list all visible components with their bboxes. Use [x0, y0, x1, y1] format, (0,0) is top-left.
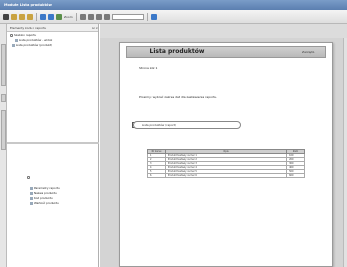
tree-item-label: Parametry raportu	[34, 186, 60, 190]
parameter-icon	[30, 196, 33, 200]
view-icon	[15, 38, 18, 42]
info-line: Prosimy: wybrać zakres dat dla zestawien…	[139, 95, 218, 99]
tab-properties[interactable]	[1, 94, 6, 102]
report-title: Lista produktów	[149, 48, 205, 55]
report-page: Lista produktów Zarządz. Strona zzz 1 Pr…	[119, 42, 333, 267]
table-icon[interactable]	[27, 13, 33, 20]
expand-icon[interactable]	[27, 176, 30, 179]
parameter-icon	[30, 191, 33, 195]
report-icon	[12, 43, 15, 47]
filter-icon[interactable]	[56, 13, 62, 20]
vertical-scrollbar[interactable]	[343, 38, 347, 267]
panel-pin-icon[interactable]: ⊡ ×	[92, 24, 98, 31]
vertical-tab-strip	[0, 24, 7, 267]
page-icon[interactable]	[19, 13, 25, 20]
report-icon[interactable]	[11, 13, 17, 20]
editor-ruler	[100, 24, 347, 38]
toolbar-separator	[36, 12, 37, 21]
expand-icon[interactable]	[10, 33, 13, 37]
elements-panel: Elementy kodu i raportu ⊡ × Szablon rapo…	[7, 24, 99, 267]
tree-item-label: Lista produktów - widok	[19, 38, 53, 42]
toolbar: Zoom	[0, 10, 347, 24]
print-icon[interactable]	[95, 13, 102, 20]
toolbar-separator	[75, 12, 77, 21]
tab-elements[interactable]	[1, 44, 6, 86]
tree-item-param-group[interactable]: Parametry raportu	[30, 186, 60, 190]
tree-item-label: Wartość produktu	[34, 201, 59, 205]
tree-item-label: Szablon raportu	[14, 33, 37, 37]
table-row: 6 Produkt testowy numer 6 600	[147, 173, 305, 178]
parameter-icon	[30, 201, 33, 205]
panel-title: Elementy kodu i raportu	[10, 26, 47, 30]
tree-item-report[interactable]: Lista produktów (produkt)	[12, 43, 52, 47]
tree-item-root[interactable]: Szablon raportu	[10, 33, 36, 37]
tree-item-param[interactable]: Wartość produktu	[30, 201, 59, 205]
panel-header: Elementy kodu i raportu ⊡ ×	[7, 24, 98, 32]
tree-item-view[interactable]: Lista produktów - widok	[15, 38, 52, 42]
tree-item-label: Nazwa produktu	[34, 191, 57, 195]
panel-splitter[interactable]	[7, 142, 99, 144]
parameter-label: Lista produktów (raport)	[142, 123, 176, 127]
tree-item-label: Lista produktów (produkt)	[16, 43, 53, 47]
run-icon[interactable]	[48, 13, 54, 20]
tree-item-param[interactable]: Nazwa produktu	[30, 191, 57, 195]
tree-item-label: Kod produktu	[34, 196, 53, 200]
pen-icon[interactable]	[103, 13, 110, 20]
table-cell: 600	[286, 173, 305, 178]
window-title: Modułe Lista produktów	[4, 3, 52, 7]
zoom-select[interactable]	[111, 13, 144, 20]
tree-item-params[interactable]	[27, 176, 30, 179]
report-header-band[interactable]: Lista produktów Zarządz.	[126, 46, 326, 58]
layout-icon[interactable]	[150, 13, 157, 20]
table-cell: Produkt testowy numer 6	[164, 173, 288, 178]
tab-toolbox[interactable]	[1, 110, 6, 150]
parameter-icon	[30, 186, 33, 190]
window-titlebar: Modułe Lista produktów	[0, 0, 347, 10]
parameter-field[interactable]: Lista produktów (raport)	[133, 121, 241, 129]
report-header-right: Zarządz.	[302, 50, 315, 54]
page-label: Strona zzz 1	[139, 66, 158, 70]
toolbar-separator	[146, 12, 148, 21]
zoom-label: Zoom	[64, 14, 73, 19]
report-editor: Lista produktów Zarządz. Strona zzz 1 Pr…	[100, 24, 347, 267]
tree-item-param[interactable]: Kod produktu	[30, 196, 53, 200]
select-arrow-icon[interactable]	[3, 13, 9, 20]
table-cell: 6	[147, 173, 166, 178]
play-icon[interactable]	[40, 13, 46, 20]
zoom-icon[interactable]	[87, 13, 94, 20]
link-icon[interactable]	[79, 13, 86, 20]
products-table: Nr kursu Opis Zam 1 Produkt testowy nume…	[147, 149, 305, 178]
